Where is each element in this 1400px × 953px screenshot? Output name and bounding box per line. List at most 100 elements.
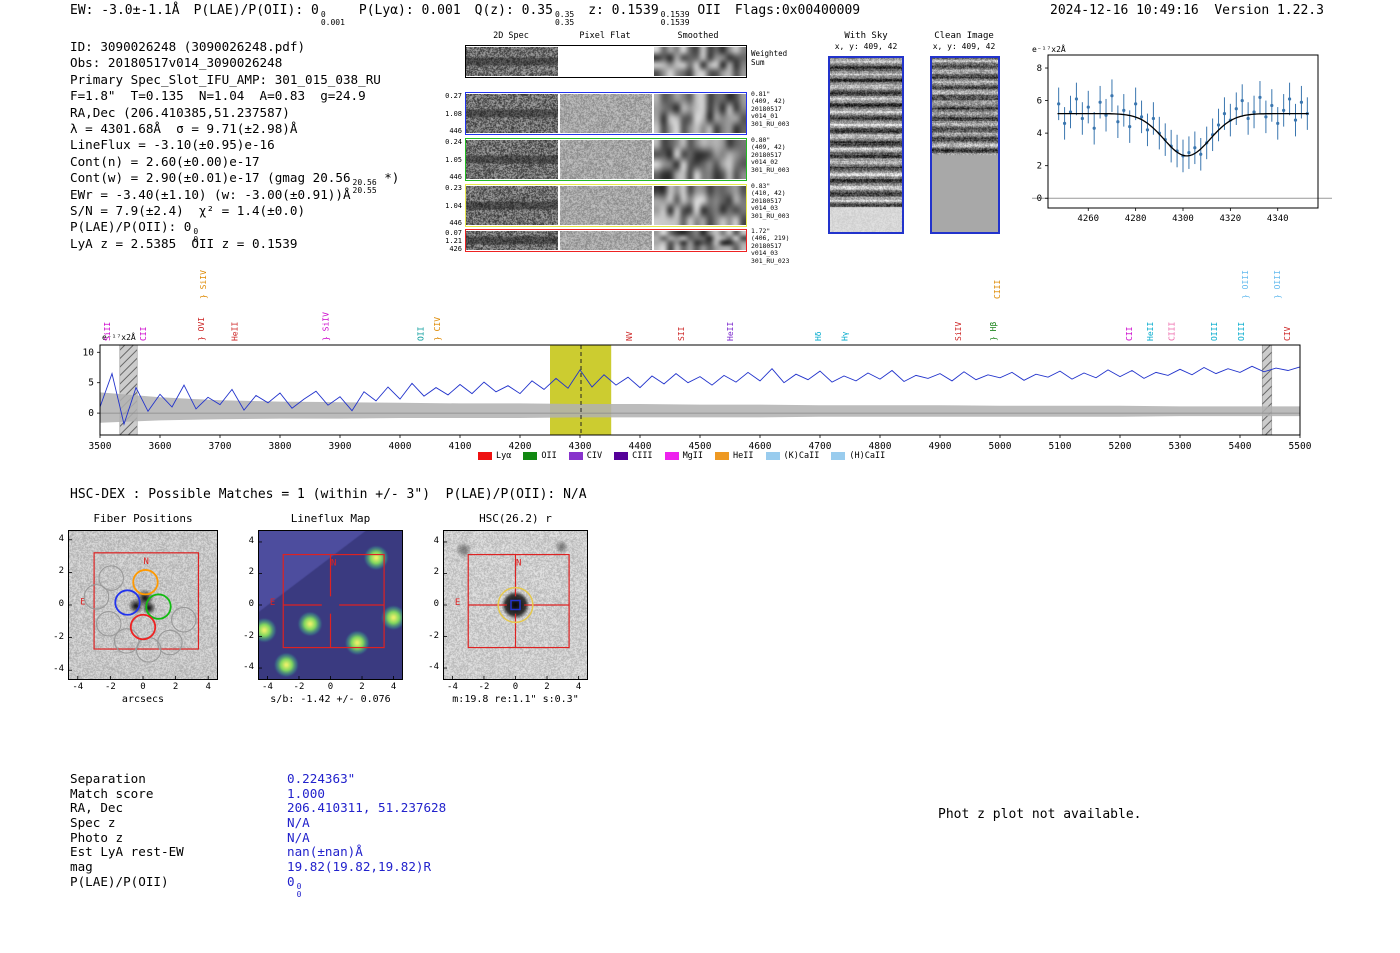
spec2d-segment xyxy=(654,186,746,225)
x-tick-label: -4 xyxy=(72,682,84,692)
stacked-limits: 0.1539 0.1539 xyxy=(660,10,690,27)
spec2d-col-header: Pixel Flat xyxy=(579,31,631,41)
legend-item: (H)CaII xyxy=(831,451,885,461)
svg-text:3800: 3800 xyxy=(269,441,292,452)
legend-swatch xyxy=(478,452,492,460)
axes-box xyxy=(99,344,1301,436)
legend-item: (K)CaII xyxy=(765,451,819,461)
east-label: E xyxy=(270,598,275,608)
weighted-fiber xyxy=(114,589,141,616)
spec2d-col-header: 2D Spec xyxy=(493,31,529,41)
clean-image-coords: x, y: 409, 42 xyxy=(932,42,996,51)
y-tick-label: -4 xyxy=(53,664,64,675)
with-sky-image xyxy=(830,58,902,232)
line-label: HeII xyxy=(726,322,735,341)
match-table-row: Est LyA rest-EW nan(±nan)Å xyxy=(70,844,446,859)
match-table-value: N/A xyxy=(287,829,310,845)
stacked-limits: 0 0.001 xyxy=(320,10,345,27)
match-table-row: Spec z N/A xyxy=(70,815,446,830)
stacked-limits: 0.35 0.35 xyxy=(554,10,575,27)
data-point xyxy=(1246,116,1250,121)
data-point xyxy=(1270,103,1274,108)
spec2d-segment xyxy=(654,94,746,133)
data-point xyxy=(1240,98,1244,103)
svg-text:2: 2 xyxy=(1037,162,1042,172)
x-tick-label: 2 xyxy=(172,682,179,692)
data-point xyxy=(1199,152,1203,156)
stacked-limits: 20.56 20.55 xyxy=(352,178,377,196)
y-tick-label: 4 xyxy=(433,535,439,546)
match-table-row: Separation 0.224363" xyxy=(70,771,446,786)
line-label: NV xyxy=(625,331,634,341)
spec2d-segment xyxy=(654,47,746,76)
match-table-label: RA, Dec xyxy=(70,800,124,816)
data-point xyxy=(1128,125,1132,129)
legend-label: Lyα xyxy=(496,451,512,461)
info-line: S/N = 7.9(±2.4) χ² = 1.4(±0.0) xyxy=(70,202,306,218)
y-tick-label: 2 xyxy=(248,567,254,578)
svg-text:6: 6 xyxy=(1037,97,1042,107)
legend-item: CIV xyxy=(568,451,603,461)
y-tick-label: -2 xyxy=(53,631,64,642)
hsc-cutout-xlabel: m:19.8 re:1.1" s:0.3" xyxy=(452,694,579,705)
x-tick-label: 0 xyxy=(512,682,519,692)
data-point xyxy=(1264,115,1268,119)
match-table-row: RA, Dec 206.410311, 51.237628 xyxy=(70,800,446,815)
clean-image-frame xyxy=(930,56,1000,234)
lineflux-map-title: Lineflux Map xyxy=(290,512,371,525)
match-table-label: Est LyA rest-EW xyxy=(70,844,184,860)
svg-text:4340: 4340 xyxy=(1267,214,1289,224)
match-table-label: Photo z xyxy=(70,829,124,845)
y-tick-label: -4 xyxy=(243,662,254,673)
match-table-value: 1.000 xyxy=(287,785,325,801)
with-sky-frame xyxy=(828,56,904,234)
line-label: } Hβ xyxy=(989,322,998,341)
spec2d-segment xyxy=(560,231,652,250)
legend-item: MgII xyxy=(664,451,703,461)
legend-label: CIV xyxy=(586,451,603,461)
error-band xyxy=(100,392,1300,423)
svg-text:4000: 4000 xyxy=(389,441,412,452)
spec2d-row xyxy=(465,229,747,252)
weighted-fiber xyxy=(145,593,172,620)
svg-text:5500: 5500 xyxy=(1289,441,1312,452)
match-table-value: 206.410311, 51.237628 xyxy=(287,800,447,816)
match-table-value: N/A xyxy=(287,815,310,831)
x-tick-label: 4 xyxy=(390,682,397,692)
spec2d-segment xyxy=(466,47,558,76)
legend-item: CIII xyxy=(614,451,653,461)
weighted-sum-label: Weighted Sum xyxy=(751,49,788,67)
svg-text:5: 5 xyxy=(88,378,94,389)
spec2d-row-weights: 0.27 1.08 446 xyxy=(445,92,462,135)
lineflux-map-overlay: NE xyxy=(258,530,403,680)
masked-band xyxy=(1261,344,1273,436)
x-tick-label: -2 xyxy=(478,682,490,692)
hsc-dex-header: HSC-DEX : Possible Matches = 1 (within +… xyxy=(70,487,587,502)
spec2d-segment xyxy=(654,231,746,250)
match-table-label: Match score xyxy=(70,785,154,801)
line-fit-plot: 0 2 4 6 8 4260 4280 4300 4320 4340 e⁻¹⁷x2Å xyxy=(1032,43,1332,224)
data-point xyxy=(1258,95,1262,99)
fiber-positions-overlay: NE xyxy=(68,530,218,680)
match-table-label: mag xyxy=(70,859,93,875)
spec2d-row xyxy=(465,138,747,181)
legend-swatch xyxy=(523,452,538,460)
line-label: } OIII xyxy=(1241,270,1250,299)
legend-label: CIII xyxy=(632,451,653,461)
weighted-fiber xyxy=(132,569,159,596)
svg-text:4320: 4320 xyxy=(1220,214,1242,224)
x-tick-label: 4 xyxy=(575,682,582,692)
spec2d-row xyxy=(465,184,747,227)
svg-text:0: 0 xyxy=(88,408,94,419)
line-label: } SiIV xyxy=(322,312,331,341)
x-tick-label: 2 xyxy=(544,682,550,692)
data-point xyxy=(1282,108,1286,112)
spec2d-col-header: Smoothed xyxy=(677,31,719,41)
data-point xyxy=(1216,123,1221,127)
data-point xyxy=(1098,100,1102,104)
x-tick-label: 0 xyxy=(327,682,334,692)
svg-text:10: 10 xyxy=(83,347,95,358)
data-point xyxy=(1086,105,1090,109)
data-point xyxy=(1134,102,1138,106)
svg-text:3700: 3700 xyxy=(209,441,232,452)
